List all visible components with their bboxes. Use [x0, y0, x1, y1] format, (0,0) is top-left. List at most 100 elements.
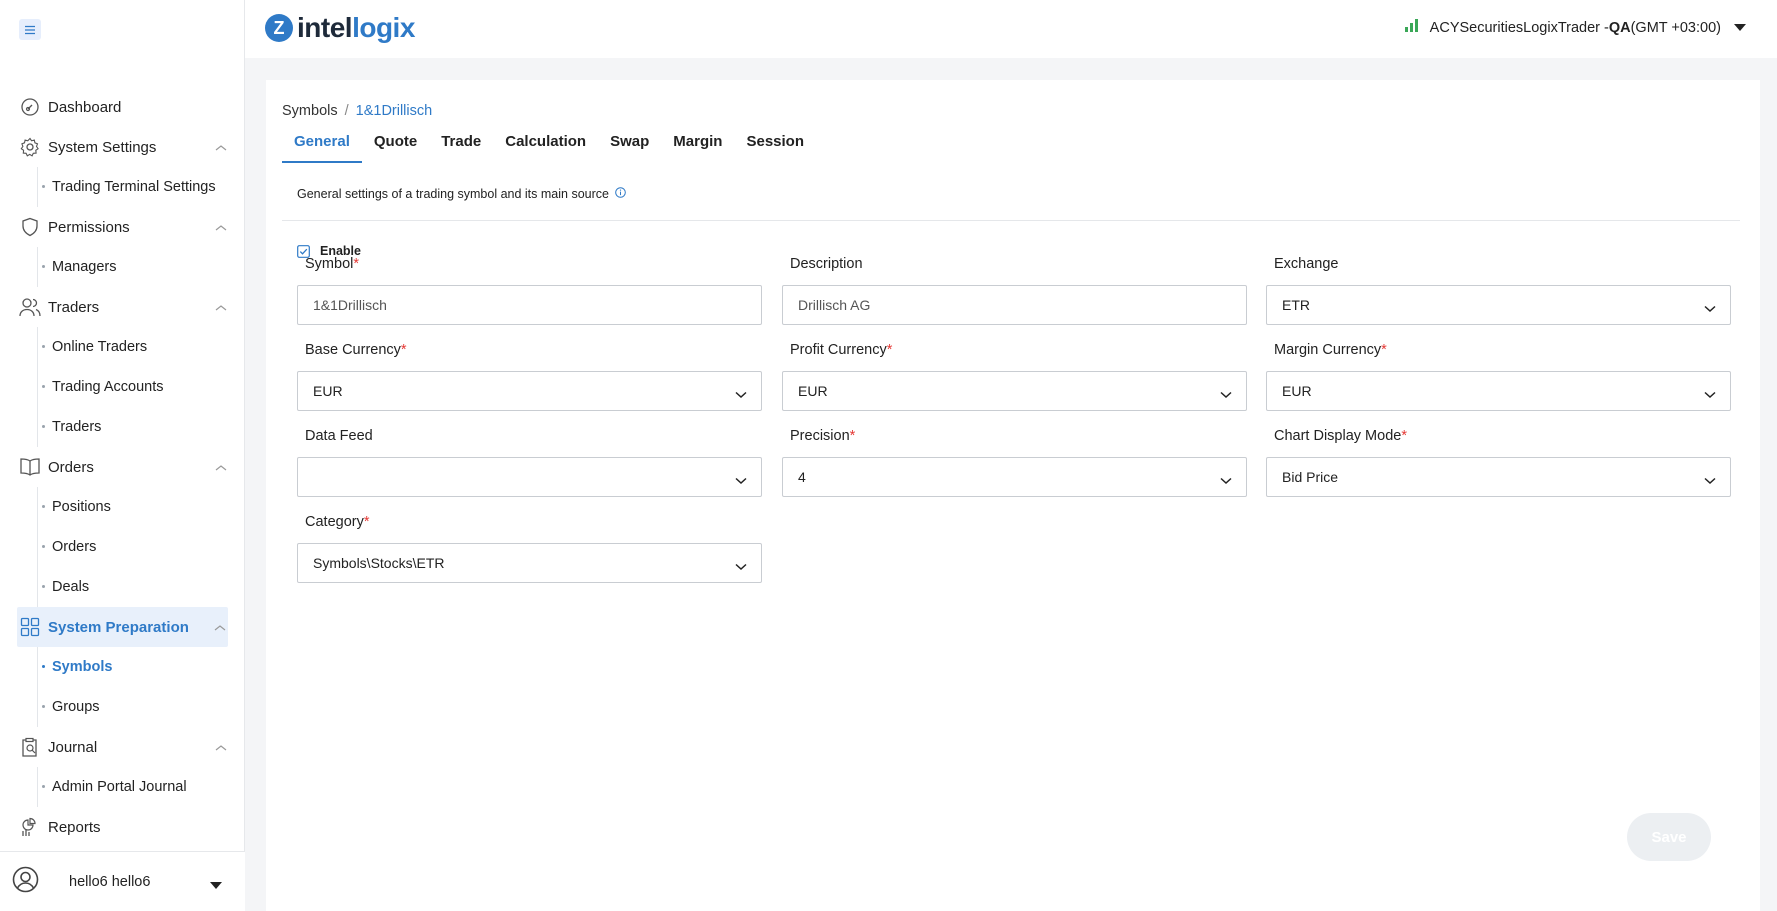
sidebar-item-traders-list[interactable]: Traders	[0, 407, 245, 447]
sidebar-item-admin-portal-journal[interactable]: Admin Portal Journal	[0, 767, 245, 807]
account-name: ACYSecuritiesLogixTrader -	[1429, 19, 1609, 36]
data-feed-label: Data Feed	[305, 428, 373, 444]
sidebar-item-reports[interactable]: Reports	[0, 807, 245, 847]
tab-swap[interactable]: Swap	[598, 122, 661, 163]
tab-trade[interactable]: Trade	[429, 122, 493, 163]
chevron-down-icon	[1220, 472, 1232, 488]
sidebar-item-online-traders[interactable]: Online Traders	[0, 327, 245, 367]
description-input[interactable]: Drillisch AG	[782, 285, 1247, 325]
sidebar: Dashboard System Settings Trading Termin…	[0, 0, 245, 911]
breadcrumb: Symbols / 1&1Drillisch	[282, 103, 432, 119]
journal-icon	[19, 736, 41, 758]
chevron-down-icon	[735, 558, 747, 574]
caret-down-icon[interactable]	[209, 877, 223, 895]
sidebar-item-system-preparation[interactable]: System Preparation	[17, 607, 228, 647]
exchange-select[interactable]: ETR	[1266, 285, 1731, 325]
chevron-up-icon[interactable]	[215, 139, 227, 157]
sidebar-item-positions[interactable]: Positions	[0, 487, 245, 527]
sidebar-item-label: System Preparation	[48, 618, 189, 636]
info-icon[interactable]	[615, 187, 626, 201]
sidebar-item-journal[interactable]: Journal	[0, 727, 245, 767]
sidebar-item-deals[interactable]: Deals	[0, 567, 245, 607]
sidebar-item-label: Dashboard	[48, 98, 122, 116]
logo-text: intellogix	[297, 12, 415, 43]
section-description: General settings of a trading symbol and…	[297, 187, 626, 201]
tab-bar: General Quote Trade Calculation Swap Mar…	[282, 122, 816, 163]
precision-label: Precision	[790, 428, 850, 444]
category-field: Category* Symbols\Stocks\ETR	[297, 514, 762, 583]
sidebar-item-label: Reports	[48, 818, 101, 836]
sidebar-item-label: Orders	[48, 458, 94, 476]
chevron-up-icon[interactable]	[215, 219, 227, 237]
sidebar-item-label: Journal	[48, 738, 98, 756]
chevron-down-icon	[1704, 300, 1716, 316]
profit-currency-label: Profit Currency	[790, 342, 887, 358]
sidebar-item-dashboard[interactable]: Dashboard	[0, 87, 245, 127]
sidebar-nav: Dashboard System Settings Trading Termin…	[0, 87, 245, 847]
sidebar-item-permissions[interactable]: Permissions	[0, 207, 245, 247]
sidebar-item-symbols[interactable]: Symbols	[0, 647, 245, 687]
base-currency-select[interactable]: EUR	[297, 371, 762, 411]
caret-down-icon[interactable]	[1733, 20, 1747, 36]
category-label: Category	[305, 514, 364, 530]
users-icon	[19, 296, 41, 318]
divider	[282, 220, 1740, 221]
tab-general[interactable]: General	[282, 122, 362, 163]
sidebar-item-traders[interactable]: Traders	[0, 287, 245, 327]
avatar	[12, 866, 39, 898]
profit-currency-field: Profit Currency* EUR	[782, 342, 1247, 411]
sidebar-item-managers[interactable]: Managers	[0, 247, 245, 287]
margin-currency-select[interactable]: EUR	[1266, 371, 1731, 411]
shield-icon	[19, 216, 41, 238]
chevron-down-icon	[735, 472, 747, 488]
base-currency-label: Base Currency	[305, 342, 401, 358]
description-field: Description Drillisch AG	[782, 256, 1247, 325]
symbol-input[interactable]: 1&1Drillisch	[297, 285, 762, 325]
chart-display-mode-field: Chart Display Mode* Bid Price	[1266, 428, 1731, 497]
chart-display-mode-label: Chart Display Mode	[1274, 428, 1402, 444]
breadcrumb-separator: /	[344, 103, 349, 119]
description-label: Description	[790, 256, 863, 272]
environment-label: QA	[1608, 19, 1631, 36]
chevron-up-icon[interactable]	[215, 459, 227, 477]
margin-currency-label: Margin Currency	[1274, 342, 1382, 358]
chevron-up-icon[interactable]	[215, 739, 227, 757]
tab-calculation[interactable]: Calculation	[493, 122, 598, 163]
chevron-down-icon	[1220, 386, 1232, 402]
reports-icon	[19, 816, 41, 838]
timezone-label: (GMT +03:00)	[1630, 19, 1721, 36]
sidebar-item-trading-accounts[interactable]: Trading Accounts	[0, 367, 245, 407]
chevron-up-icon[interactable]	[215, 299, 227, 317]
menu-toggle-icon[interactable]	[19, 19, 41, 40]
sidebar-item-system-settings[interactable]: System Settings	[0, 127, 245, 167]
exchange-field: Exchange ETR	[1266, 256, 1731, 325]
tab-margin[interactable]: Margin	[661, 122, 734, 163]
sidebar-item-label: Permissions	[48, 218, 130, 236]
category-select[interactable]: Symbols\Stocks\ETR	[297, 543, 762, 583]
profit-currency-select[interactable]: EUR	[782, 371, 1247, 411]
chevron-up-icon[interactable]	[214, 619, 226, 637]
tab-session[interactable]: Session	[734, 122, 816, 163]
symbol-label: Symbol	[305, 256, 354, 272]
chevron-down-icon	[1704, 472, 1716, 488]
data-feed-field: Data Feed	[297, 428, 762, 497]
breadcrumb-current: 1&1Drillisch	[355, 103, 433, 119]
save-button[interactable]: Save	[1627, 813, 1711, 861]
chart-display-mode-select[interactable]: Bid Price	[1266, 457, 1731, 497]
sidebar-item-orders-list[interactable]: Orders	[0, 527, 245, 567]
margin-currency-field: Margin Currency* EUR	[1266, 342, 1731, 411]
data-feed-select[interactable]	[297, 457, 762, 497]
sidebar-item-groups[interactable]: Groups	[0, 687, 245, 727]
account-selector[interactable]: ACYSecuritiesLogixTrader - QA (GMT +03:0…	[1404, 19, 1747, 36]
precision-select[interactable]: 4	[782, 457, 1247, 497]
top-header: Z intellogix ACYSecuritiesLogixTrader - …	[245, 0, 1777, 58]
user-menu[interactable]: hello6 hello6	[0, 851, 245, 911]
sidebar-item-trading-terminal-settings[interactable]: Trading Terminal Settings	[0, 167, 245, 207]
sidebar-item-orders[interactable]: Orders	[0, 447, 245, 487]
signal-icon	[1404, 19, 1420, 36]
user-name: hello6 hello6	[69, 873, 151, 890]
tab-quote[interactable]: Quote	[362, 122, 429, 163]
main-content: Symbols / 1&1Drillisch General Quote Trade…	[266, 80, 1760, 911]
breadcrumb-root[interactable]: Symbols	[282, 103, 338, 119]
grid-icon	[19, 616, 41, 638]
